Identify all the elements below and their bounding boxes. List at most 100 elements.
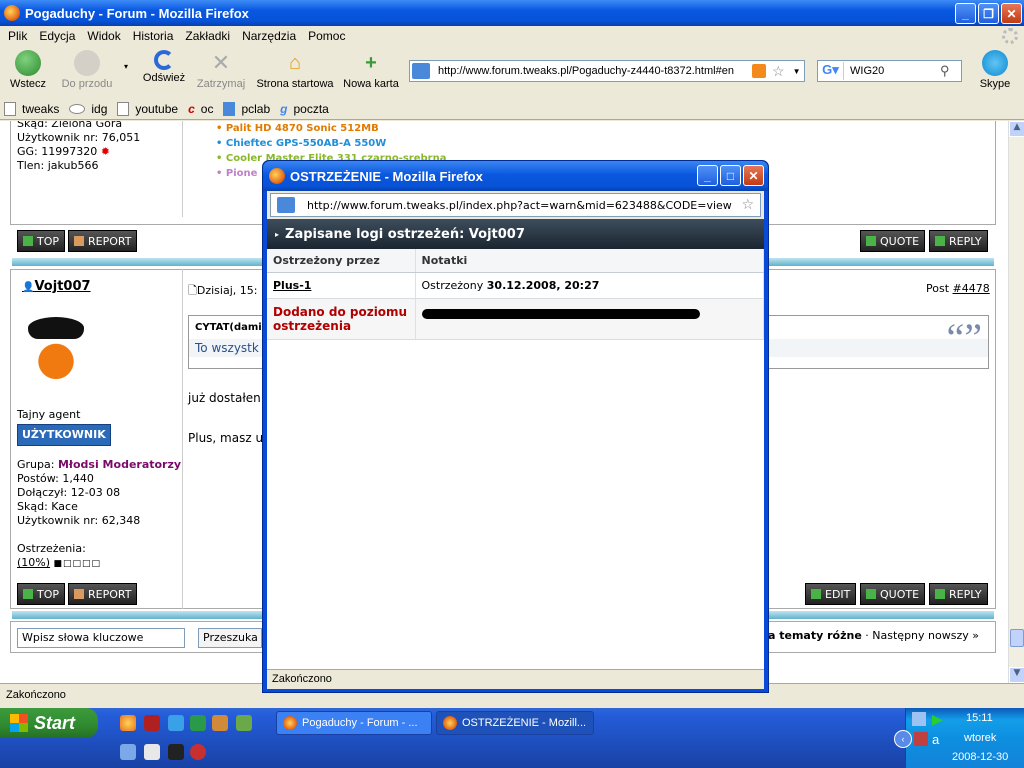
app3-quicklaunch-icon[interactable] <box>236 715 252 731</box>
forum-search-input[interactable]: Wpisz słowa kluczowe <box>17 628 185 648</box>
skype-button[interactable]: Skype <box>976 50 1014 90</box>
bookmark-idg[interactable]: idg <box>69 102 107 116</box>
up-arrow-icon <box>23 589 33 599</box>
popup-url-bar[interactable]: http://www.forum.tweaks.pl/index.php?act… <box>270 193 761 217</box>
reload-icon <box>154 50 174 70</box>
minimize-button[interactable]: _ <box>955 3 976 24</box>
bookmark-youtube[interactable]: youtube <box>117 101 178 116</box>
stop-button[interactable]: ✕ Zatrzymaj <box>194 50 248 90</box>
taskbar-item-warning[interactable]: OSTRZEŻENIE - Mozill... <box>436 711 594 735</box>
warn-log-table: Ostrzeżony przez Notatki Plus-1 Ostrzeżo… <box>267 249 764 340</box>
post-author[interactable]: 👤Vojt007 <box>22 279 91 294</box>
scroll-down-icon[interactable]: ▼ <box>1009 667 1024 683</box>
quote-button-1[interactable]: QUOTE <box>860 230 926 252</box>
col-notes: Notatki <box>415 249 764 273</box>
back-button[interactable]: Wstecz <box>8 50 48 90</box>
forum-search-button[interactable]: Przeszuka <box>198 628 262 648</box>
play-icon[interactable]: ▶ <box>932 711 943 728</box>
popup-maximize-button[interactable]: □ <box>720 165 741 186</box>
menu-narzedzia[interactable]: Narzędzia <box>236 29 302 43</box>
plus-icon <box>866 589 876 599</box>
user-icon: 👤 <box>22 282 35 293</box>
popup-body: http://www.forum.tweaks.pl/index.php?act… <box>267 191 764 689</box>
menu-widok[interactable]: Widok <box>81 29 126 43</box>
bookmark-star-icon[interactable]: ☆ <box>741 197 754 213</box>
title-bar: Pogaduchy - Forum - Mozilla Firefox _ ❐ … <box>0 0 1024 26</box>
idg-icon <box>69 103 86 114</box>
reply-arrow-icon <box>935 589 945 599</box>
back-arrow-icon <box>15 50 41 76</box>
page-icon: 🗋 <box>188 284 197 297</box>
bookmark-tweaks[interactable]: tweaks <box>4 101 59 116</box>
menu-edycja[interactable]: Edycja <box>33 29 81 43</box>
popup-minimize-button[interactable]: _ <box>697 165 718 186</box>
quote-button-2[interactable]: QUOTE <box>860 583 926 605</box>
app6-quicklaunch-icon[interactable] <box>168 744 184 760</box>
restore-button[interactable]: ❐ <box>978 3 999 24</box>
top-button-1[interactable]: TOP <box>17 230 66 252</box>
avatar[interactable] <box>20 311 92 383</box>
bookmark-pclab[interactable]: pclab <box>223 101 270 116</box>
taskbar-item-forum[interactable]: Pogaduchy - Forum - ... <box>276 711 432 735</box>
table-row: Dodano do poziomu ostrzeżenia <box>267 298 764 340</box>
app-quicklaunch-icon[interactable] <box>190 715 206 731</box>
google-icon[interactable]: G▾ <box>818 62 844 80</box>
scroll-thumb[interactable] <box>1010 629 1024 647</box>
app5-quicklaunch-icon[interactable] <box>144 744 160 760</box>
popup-title: OSTRZEŻENIE - Mozilla Firefox <box>290 168 483 184</box>
network-icon[interactable] <box>912 712 926 726</box>
tray-expand-icon[interactable]: ‹ <box>894 730 912 748</box>
url-bar[interactable]: http://www.forum.tweaks.pl/Pogaduchy-z44… <box>409 60 805 82</box>
arrow-right-icon: ▸ <box>275 229 280 239</box>
warner-link[interactable]: Plus-1 <box>273 279 311 292</box>
app4-quicklaunch-icon[interactable] <box>120 744 136 760</box>
up-arrow-icon <box>23 236 33 246</box>
menu-pomoc[interactable]: Pomoc <box>302 29 351 43</box>
bookmark-poczta[interactable]: g poczta <box>280 102 329 116</box>
url-dropdown-icon[interactable]: ▼ <box>793 67 801 76</box>
gg-status-icon: ✹ <box>100 145 110 158</box>
firefox-icon <box>443 716 457 730</box>
menu-historia[interactable]: Historia <box>127 29 180 43</box>
report-button-1[interactable]: REPORT <box>68 230 138 252</box>
popup-close-button[interactable]: ✕ <box>743 165 764 186</box>
app7-quicklaunch-icon[interactable] <box>190 744 206 760</box>
search-input[interactable]: WIG20 <box>844 65 940 77</box>
firefox-icon <box>269 168 285 184</box>
clock-time[interactable]: 15:11 <box>966 712 993 724</box>
search-bar[interactable]: G▾ WIG20 ⚲ <box>817 60 962 82</box>
reload-button[interactable]: Odśwież <box>140 50 188 84</box>
network-error-icon[interactable] <box>914 732 928 746</box>
new-tab-button[interactable]: + Nowa karta <box>342 50 400 90</box>
history-dropdown-icon[interactable]: ▾ <box>124 62 128 71</box>
menu-zakladki[interactable]: Zakładki <box>179 29 236 43</box>
rss-icon[interactable] <box>752 64 766 78</box>
report-button-2[interactable]: REPORT <box>68 583 138 605</box>
edit-button[interactable]: EDIT <box>805 583 857 605</box>
redacted-note <box>421 309 700 319</box>
opera-quicklaunch-icon[interactable] <box>144 715 160 731</box>
scroll-up-icon[interactable]: ▲ <box>1009 121 1024 137</box>
app2-quicklaunch-icon[interactable] <box>212 715 228 731</box>
firefox-quicklaunch-icon[interactable] <box>120 715 136 731</box>
avast-icon[interactable]: a <box>932 732 939 747</box>
start-button[interactable]: Start <box>0 708 98 738</box>
reply-arrow-icon <box>935 236 945 246</box>
reply-button-1[interactable]: REPLY <box>929 230 988 252</box>
report-hand-icon <box>74 589 84 599</box>
ie-quicklaunch-icon[interactable] <box>168 715 184 731</box>
forward-button[interactable]: Do przodu <box>58 50 116 90</box>
forward-arrow-icon <box>74 50 100 76</box>
magnifier-icon[interactable]: ⚲ <box>940 63 950 79</box>
top-button-2[interactable]: TOP <box>17 583 66 605</box>
bookmark-oc[interactable]: c oc <box>188 102 213 116</box>
bookmark-star-icon[interactable]: ☆ <box>772 63 785 80</box>
user1-info: Skąd: Zielona Góra Użytkownik nr: 76,051… <box>17 121 141 172</box>
vertical-scrollbar[interactable]: ▲ ▼ <box>1008 121 1024 683</box>
close-button[interactable]: ✕ <box>1001 3 1022 24</box>
site-favicon-icon <box>412 63 430 79</box>
firefox-icon <box>4 5 20 21</box>
menu-plik[interactable]: Plik <box>2 29 33 43</box>
home-button[interactable]: ⌂ Strona startowa <box>254 50 336 90</box>
reply-button-2[interactable]: REPLY <box>929 583 988 605</box>
